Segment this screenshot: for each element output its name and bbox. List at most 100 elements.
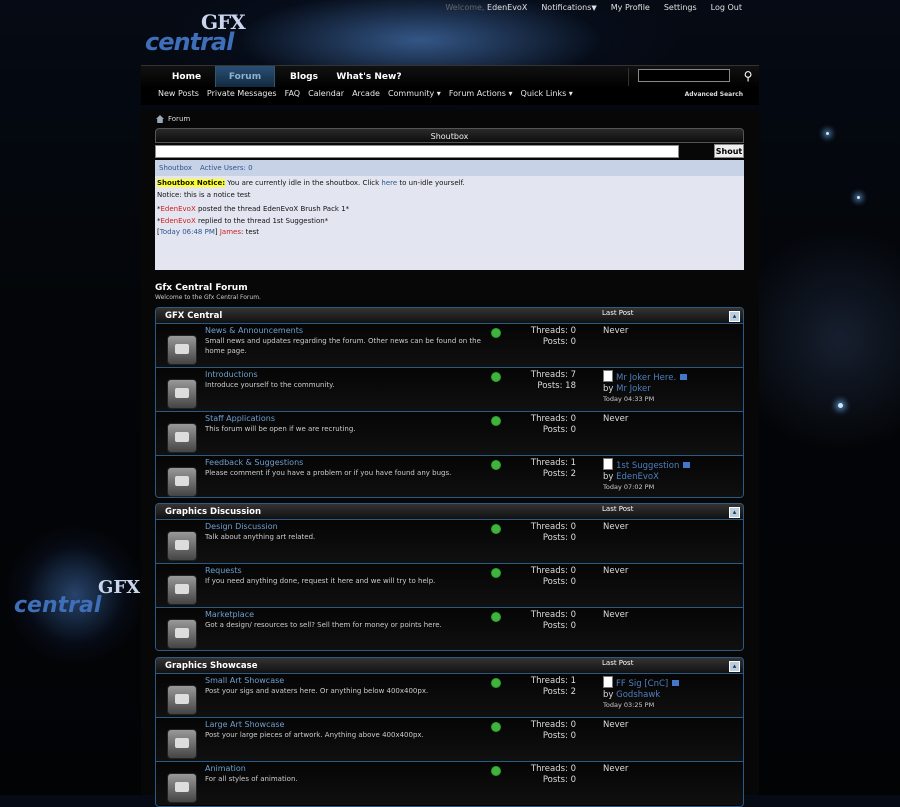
- threads-count: Threads: 0: [530, 764, 576, 774]
- tab-home[interactable]: Home: [158, 66, 215, 88]
- side-logo-central: central: [14, 593, 102, 618]
- star-decoration: [857, 196, 860, 199]
- last-post-user[interactable]: Godshawk: [616, 690, 660, 700]
- settings-link[interactable]: Settings: [664, 3, 697, 12]
- my-profile-link[interactable]: My Profile: [611, 3, 650, 12]
- username-link[interactable]: EdenEvoX: [487, 3, 527, 12]
- divider: [628, 68, 629, 86]
- shout-text: replied to the thread 1st Suggestion*: [195, 216, 329, 225]
- category-header: GFX Central Last Post ▴: [156, 308, 743, 324]
- posts-count: Posts: 18: [537, 381, 576, 391]
- logout-link[interactable]: Log Out: [711, 3, 742, 12]
- subnav-private-messages[interactable]: Private Messages: [207, 89, 277, 98]
- forum-row: Feedback & Suggestions Please comment if…: [156, 456, 743, 497]
- forum-subtitle: Welcome to the Gfx Central Forum.: [155, 294, 261, 301]
- forum-row: Small Art Showcase Post your sigs and av…: [156, 674, 743, 718]
- forum-name[interactable]: Introductions: [205, 370, 258, 379]
- shout-input[interactable]: [155, 145, 679, 158]
- subnav-new-posts[interactable]: New Posts: [158, 89, 199, 98]
- shout-message: Notice: this is a notice test: [157, 190, 251, 199]
- category-title[interactable]: Graphics Showcase: [165, 661, 257, 671]
- go-to-post-icon[interactable]: [683, 462, 691, 468]
- forum-name[interactable]: News & Announcements: [205, 326, 303, 335]
- forum-stats: Threads: 7 Posts: 18: [516, 370, 576, 392]
- last-post: Never: [603, 326, 628, 337]
- subnav-community-label: Community: [387, 89, 435, 98]
- home-icon[interactable]: [156, 115, 164, 123]
- subnav-community[interactable]: Community ▾: [388, 89, 441, 98]
- active-users-tab[interactable]: Active Users: 0: [200, 164, 253, 172]
- forum-name[interactable]: Design Discussion: [205, 522, 278, 531]
- forum-stats: Threads: 0 Posts: 0: [516, 414, 576, 436]
- star-decoration: [826, 132, 829, 135]
- subnav-calendar[interactable]: Calendar: [308, 89, 344, 98]
- last-post-title[interactable]: FF Sig [CnC]: [616, 679, 668, 689]
- document-icon: [603, 458, 613, 470]
- forum-description: Post your large pieces of artwork. Anyth…: [205, 731, 424, 739]
- forum-row: Requests If you need anything done, requ…: [156, 564, 743, 608]
- last-post-user[interactable]: Mr Joker: [616, 384, 651, 394]
- subnav-arcade[interactable]: Arcade: [352, 89, 380, 98]
- search-icon[interactable]: ⚲: [741, 69, 755, 83]
- subnav-faq[interactable]: FAQ: [285, 89, 301, 98]
- logo-central: central: [145, 28, 234, 56]
- tab-forum[interactable]: Forum: [215, 66, 275, 88]
- site-logo[interactable]: GFX central: [143, 6, 263, 56]
- last-post-header: Last Post: [602, 505, 634, 513]
- collapse-icon[interactable]: ▴: [729, 661, 740, 672]
- shout-notice: Shoutbox Notice: You are currently idle …: [157, 178, 465, 190]
- forum-stats: Threads: 0 Posts: 0: [516, 764, 576, 786]
- shout-user[interactable]: James: [220, 228, 241, 236]
- threads-count: Threads: 1: [530, 458, 576, 468]
- forum-name[interactable]: Small Art Showcase: [205, 676, 284, 685]
- forum-row: Animation For all styles of animation. T…: [156, 762, 743, 805]
- search-input[interactable]: [638, 69, 730, 82]
- threads-count: Threads: 0: [530, 566, 576, 576]
- shout-user[interactable]: EdenEvoX: [161, 217, 196, 225]
- shout-user[interactable]: EdenEvoX: [161, 205, 196, 213]
- last-post: Never: [603, 566, 628, 577]
- collapse-icon[interactable]: ▴: [729, 507, 740, 518]
- forum-stats: Threads: 0 Posts: 0: [516, 720, 576, 742]
- online-dot-icon: [491, 722, 501, 732]
- forum-row: Design Discussion Talk about anything ar…: [156, 520, 743, 564]
- posts-count: Posts: 0: [542, 337, 576, 347]
- forum-name[interactable]: Staff Applications: [205, 414, 275, 423]
- notice-text: You are currently idle in the shoutbox. …: [225, 179, 382, 187]
- last-post-title[interactable]: Mr Joker Here.: [616, 373, 676, 383]
- forum-name[interactable]: Marketplace: [205, 610, 254, 619]
- last-post: 1st Suggestion by EdenEvoX Today 07:02 P…: [603, 458, 691, 492]
- forum-status-icon: [167, 467, 197, 497]
- notifications-menu[interactable]: Notifications▼: [541, 3, 596, 12]
- threads-count: Threads: 0: [530, 720, 576, 730]
- tab-whats-new[interactable]: What's New?: [335, 66, 403, 88]
- forum-name[interactable]: Feedback & Suggestions: [205, 458, 303, 467]
- last-post-header: Last Post: [602, 309, 634, 317]
- subnav-quick-links[interactable]: Quick Links ▾: [521, 89, 573, 98]
- category-title[interactable]: Graphics Discussion: [165, 507, 261, 517]
- unidle-link[interactable]: here: [381, 179, 397, 187]
- category-title[interactable]: GFX Central: [165, 311, 222, 321]
- breadcrumb-forum[interactable]: Forum: [168, 115, 190, 123]
- forum-name[interactable]: Large Art Showcase: [205, 720, 284, 729]
- collapse-icon[interactable]: ▴: [729, 311, 740, 322]
- advanced-search-link[interactable]: Advanced Search: [685, 91, 743, 98]
- forum-status-icon: [167, 729, 197, 759]
- subnav-forum-actions[interactable]: Forum Actions ▾: [449, 89, 513, 98]
- shout-message: [Today 06:48 PM] James: test: [157, 228, 260, 236]
- shoutbox-tab[interactable]: Shoutbox: [159, 164, 192, 172]
- go-to-post-icon[interactable]: [680, 374, 688, 380]
- last-post-user[interactable]: EdenEvoX: [616, 472, 659, 482]
- shout-button[interactable]: Shout: [714, 144, 744, 158]
- category-header: Graphics Showcase Last Post ▴: [156, 658, 743, 674]
- posts-count: Posts: 0: [542, 577, 576, 587]
- document-icon: [603, 676, 613, 688]
- go-to-post-icon[interactable]: [672, 680, 680, 686]
- tab-blogs[interactable]: Blogs: [275, 66, 333, 88]
- forum-name[interactable]: Requests: [205, 566, 242, 575]
- forum-row: Introductions Introduce yourself to the …: [156, 368, 743, 412]
- caret-down-icon: ▼: [591, 4, 597, 12]
- forum-name[interactable]: Animation: [205, 764, 246, 773]
- last-post-never: Never: [603, 326, 629, 336]
- last-post-title[interactable]: 1st Suggestion: [616, 461, 679, 471]
